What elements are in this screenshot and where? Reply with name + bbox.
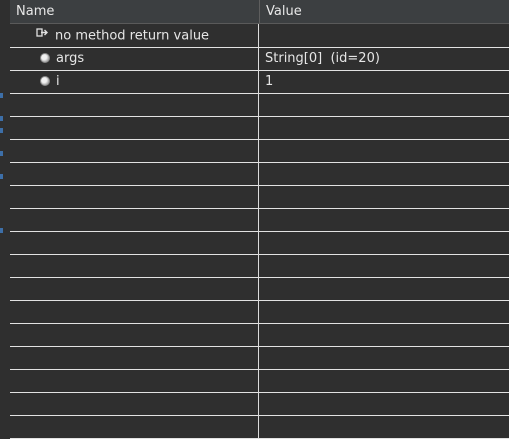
- table-header: Name Value: [10, 0, 509, 24]
- gutter-marker: [0, 228, 3, 233]
- gutter-marker: [0, 174, 3, 179]
- empty-table-row: [10, 163, 509, 186]
- empty-table-row: [10, 209, 509, 232]
- variable-name: i: [56, 74, 60, 89]
- gutter-marker: [0, 151, 3, 156]
- name-cell: no method return value: [36, 25, 256, 47]
- table-row[interactable]: i1: [10, 71, 509, 94]
- column-header-value[interactable]: Value: [259, 0, 509, 23]
- value-cell: String[0] (id=20): [265, 51, 380, 66]
- value-cell: 1: [265, 74, 274, 89]
- name-cell: i: [36, 71, 256, 93]
- local-variable-icon: [40, 75, 50, 86]
- empty-table-row: [10, 94, 509, 117]
- name-cell: args: [36, 48, 256, 70]
- column-divider[interactable]: [258, 24, 259, 439]
- variable-name: no method return value: [55, 28, 210, 44]
- empty-table-row: [10, 324, 509, 347]
- empty-table-row: [10, 278, 509, 301]
- column-header-name[interactable]: Name: [10, 0, 259, 23]
- gutter-marker: [0, 128, 3, 133]
- left-gutter: [0, 0, 10, 439]
- gutter-marker: [0, 93, 3, 98]
- empty-table-row: [10, 416, 509, 439]
- empty-table-row: [10, 186, 509, 209]
- return-value-icon: [36, 25, 49, 46]
- empty-table-row: [10, 301, 509, 324]
- empty-table-row: [10, 117, 509, 140]
- table-row[interactable]: args String[0] (id=20): [10, 48, 509, 71]
- empty-table-row: [10, 370, 509, 393]
- empty-table-row: [10, 140, 509, 163]
- variables-table: no method return value args String[0] (id=…: [10, 25, 509, 439]
- empty-table-row: [10, 255, 509, 278]
- empty-table-row: [10, 393, 509, 416]
- value-cell: [265, 25, 505, 47]
- empty-table-row: [10, 232, 509, 255]
- table-row[interactable]: no method return value: [10, 25, 509, 48]
- gutter-marker: [0, 116, 3, 121]
- variables-view: Name Value no method return value args Str…: [0, 0, 509, 439]
- local-variable-icon: [40, 52, 50, 63]
- variable-name: args: [56, 51, 85, 66]
- empty-table-row: [10, 347, 509, 370]
